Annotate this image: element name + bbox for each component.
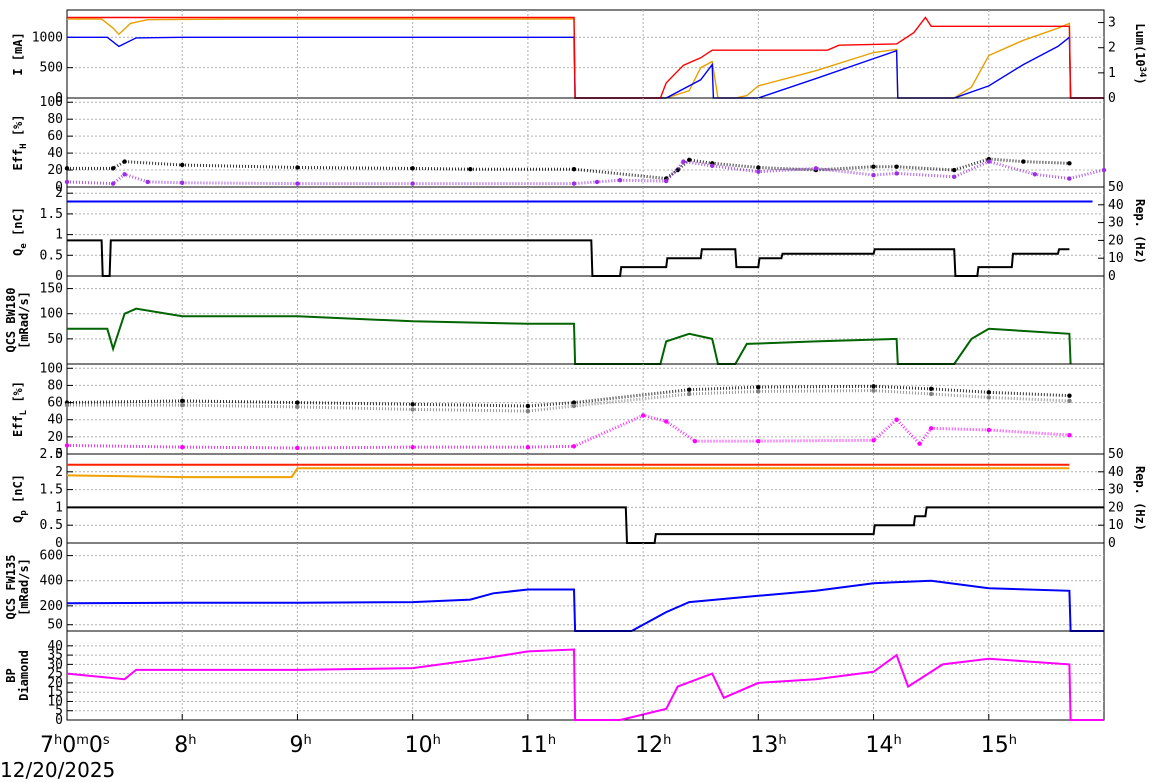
y-tick-label: 40 (47, 146, 63, 161)
y2-tick-label: 50 (1108, 180, 1124, 195)
y2-tick-label: 40 (1108, 198, 1124, 213)
y-tick-label: 20 (47, 163, 63, 178)
y-axis-label: EffL [%] (11, 381, 29, 437)
y-tick-label: 1000 (32, 30, 63, 45)
y-tick-label: 80 (47, 378, 63, 393)
y-tick-label: 50 (47, 332, 63, 347)
series-line (66, 467, 1070, 479)
y-tick-label: 400 (40, 574, 63, 589)
y2-tick-label: 30 (1108, 483, 1124, 498)
y-tick-label: 500 (40, 61, 63, 76)
chart-svg: 0 500 1000 0 1 2 3 I [mA] Lum(1034) 0 20 40 60 80 100 E… (0, 9, 1147, 782)
y-tick-label: 60 (47, 129, 63, 144)
data-point (180, 444, 185, 450)
series-line (67, 307, 1072, 365)
y2-tick-label: 1 (1108, 66, 1116, 81)
x-tick-label: 7h0m0s (40, 733, 110, 758)
y2-tick-label: 10 (1108, 251, 1124, 266)
data-point (180, 402, 185, 408)
y-axis-label: I [mA] (11, 32, 25, 75)
y-tick-label: 1 (55, 500, 63, 515)
x-tick-label: 9h (289, 733, 311, 758)
y2-tick-label: 50 (1108, 447, 1124, 462)
x-tick-label: 8h (174, 733, 196, 758)
y-tick-label: 40 (47, 413, 63, 428)
data-point (928, 391, 934, 397)
panel-frame (66, 630, 1105, 721)
y-tick-label: 0.5 (40, 248, 63, 263)
y-axis-label: QCS FW135[mRad/s] (4, 554, 31, 619)
series-line (67, 239, 1070, 277)
y-axis-label: BPDiamond (4, 650, 31, 701)
y2-axis-label: Rep. (Hz) (1133, 466, 1147, 531)
data-point (756, 438, 761, 444)
y2-tick-label: 10 (1108, 518, 1124, 533)
series-line (66, 648, 1104, 721)
data-point (1067, 161, 1072, 166)
y-tick-label: 1.5 (40, 483, 63, 498)
y-axis-label: Qe [nC] (11, 207, 29, 256)
y2-tick-label: 0 (1108, 536, 1116, 551)
y2-tick-label: 3 (1108, 16, 1116, 31)
y-tick-label: 150 (40, 282, 63, 297)
data-point (410, 166, 415, 171)
data-point (617, 178, 623, 183)
panel-frame (66, 97, 1105, 188)
data-point (813, 166, 819, 171)
y-tick-label: 1 (55, 228, 63, 243)
y-axis-label: Qp [nC] (11, 474, 29, 523)
panel-frame (66, 275, 1105, 365)
y-tick-label: 2.5 (40, 447, 63, 462)
data-point (180, 398, 185, 404)
data-point (986, 427, 991, 433)
panel-frame (66, 542, 1105, 632)
y2-axis-label: Rep. (Hz) (1133, 199, 1147, 264)
y-tick-label: 20 (47, 430, 63, 445)
y-axis-label: QCS BW180[mRad/s] (4, 287, 31, 352)
y-tick-label: 50 (47, 618, 63, 633)
y-tick-label: 80 (47, 112, 63, 127)
y-tick-label: 1.5 (40, 207, 63, 222)
data-point (928, 386, 934, 392)
y2-tick-label: 30 (1108, 216, 1124, 231)
date-label: 12/20/2025 (0, 758, 115, 782)
y-axis-label: EffH [%] (11, 114, 29, 170)
y-tick-label: 100 (40, 95, 63, 110)
y-tick-label: 100 (40, 307, 63, 322)
y2-tick-label: 40 (1108, 465, 1124, 480)
y-tick-label: 100 (40, 361, 63, 376)
y2-tick-label: 0 (1108, 269, 1116, 284)
series-line (67, 16, 1104, 99)
y-tick-label: 60 (47, 396, 63, 411)
x-tick-label: 15h (981, 733, 1017, 758)
x-tick-label: 14h (866, 733, 902, 758)
x-tick-label: 10h (405, 733, 441, 758)
y-tick-label: 200 (40, 599, 63, 614)
panel-frame (66, 186, 1105, 277)
x-tick-label: 12h (635, 733, 671, 758)
y2-tick-label: 2 (1108, 41, 1116, 56)
x-tick-label: 13h (750, 733, 786, 758)
y2-tick-label: 20 (1108, 500, 1124, 515)
y2-axis-label: Lum(1034) (1133, 23, 1147, 84)
series-line (67, 18, 1104, 99)
y2-tick-label: 0 (1108, 91, 1116, 106)
series-band (66, 159, 1105, 186)
data-point (894, 171, 899, 176)
x-tick-label: 11h (520, 733, 556, 758)
y-tick-label: 600 (40, 549, 63, 564)
data-point (180, 180, 185, 185)
y-tick-label: 2 (55, 465, 63, 480)
data-point (295, 165, 300, 170)
panel-frame (66, 9, 1105, 99)
y-tick-label: 2 (55, 186, 63, 201)
y2-tick-label: 20 (1108, 233, 1124, 248)
y-tick-label: 0.5 (40, 518, 63, 533)
y-tick-label: 40 (47, 639, 63, 654)
series-band (67, 157, 1070, 181)
